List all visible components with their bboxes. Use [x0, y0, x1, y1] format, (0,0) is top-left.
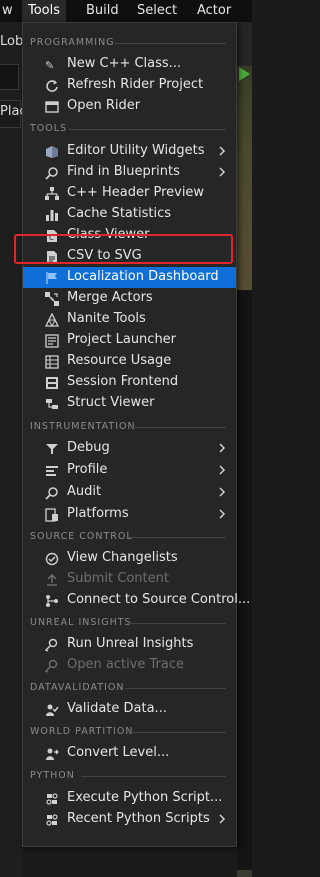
menu-item-validate-data[interactable]: Validate Data...: [23, 699, 236, 720]
menu-item-convert-level[interactable]: Convert Level...: [23, 743, 236, 764]
svg-text:✎: ✎: [45, 59, 54, 72]
nanite-icon: [45, 313, 59, 327]
profile-icon: [45, 464, 59, 478]
check-circle-icon: [45, 552, 59, 566]
bug-icon: [45, 442, 59, 456]
menu-select[interactable]: Select: [131, 0, 183, 22]
cpp-class-icon: ✎: [45, 58, 59, 72]
section-divider: [115, 43, 226, 44]
section-divider: [127, 732, 226, 733]
annotation-highlight-box: [14, 234, 233, 264]
chevron-right-icon: [218, 812, 226, 826]
search-icon: [45, 166, 59, 180]
merge-icon: [45, 292, 59, 306]
section-programming: PROGRAMMING: [30, 37, 115, 48]
menu-item-execute-python-script[interactable]: Execute Python Script...: [23, 788, 236, 809]
menu-tools[interactable]: Tools: [22, 0, 67, 22]
insights-icon: [45, 638, 59, 652]
chevron-right-icon: [218, 165, 226, 179]
section-python: PYTHON: [30, 770, 75, 781]
section-divider: [69, 129, 226, 130]
flag-icon: [45, 271, 59, 285]
launcher-icon: [45, 334, 59, 348]
section-divider: [127, 623, 226, 624]
chevron-right-icon: [218, 441, 226, 455]
validate-icon: [45, 703, 59, 717]
left-panel: [0, 22, 22, 877]
python-recent-icon: [45, 813, 59, 827]
menu-item-cache-statistics[interactable]: Cache Statistics: [23, 204, 236, 225]
menu-item-merge-actors[interactable]: Merge Actors: [23, 288, 236, 309]
menu-actor[interactable]: Actor: [191, 0, 237, 22]
menu-item-connect-to-source-control[interactable]: Connect to Source Control...: [23, 590, 250, 611]
menu-item-new-cpp-class[interactable]: ✎ New C++ Class...: [23, 54, 236, 75]
menu-item-session-frontend[interactable]: Session Frontend: [23, 372, 236, 393]
chevron-right-icon: [218, 463, 226, 477]
menu-item-cpp-header-preview[interactable]: C++ Header Preview: [23, 183, 236, 204]
menu-item-resource-usage[interactable]: Resource Usage: [23, 351, 236, 372]
section-divider: [129, 537, 226, 538]
python-run-icon: [45, 792, 59, 806]
upload-icon: [45, 573, 59, 587]
chevron-right-icon: [218, 485, 226, 499]
convert-icon: [45, 747, 59, 761]
bar-chart-icon: [45, 208, 59, 222]
menu-item-profile[interactable]: Profile: [23, 460, 236, 481]
menu-item-editor-utility-widgets[interactable]: Editor Utility Widgets: [23, 141, 236, 162]
menu-item-recent-python-scripts[interactable]: Recent Python Scripts: [23, 809, 236, 830]
menu-item-debug[interactable]: Debug: [23, 438, 236, 459]
trace-icon: [45, 659, 59, 673]
section-divider: [125, 688, 226, 689]
play-icon[interactable]: [239, 67, 250, 81]
left-toolbar-button[interactable]: [0, 64, 19, 90]
widget-icon: [45, 145, 59, 159]
section-datavalidation: DATAVALIDATION: [30, 682, 125, 693]
menu-item-refresh-rider-project[interactable]: Refresh Rider Project: [23, 75, 236, 96]
chevron-right-icon: [218, 507, 226, 521]
menu-window[interactable]: w: [0, 0, 19, 22]
connect-icon: [45, 594, 59, 608]
section-divider: [81, 776, 226, 777]
hierarchy-icon: [45, 187, 59, 201]
viewport-shadow: [237, 290, 252, 870]
section-instrumentation: INSTRUMENTATION: [30, 421, 136, 432]
menu-item-view-changelists[interactable]: View Changelists: [23, 548, 236, 569]
table-icon: [45, 355, 59, 369]
section-unreal-insights: UNREAL INSIGHTS: [30, 617, 132, 628]
menu-build[interactable]: Build: [80, 0, 125, 22]
menu-item-localization-dashboard[interactable]: Localization Dashboard: [23, 267, 236, 288]
section-divider: [131, 427, 226, 428]
menu-item-audit[interactable]: Audit: [23, 482, 236, 503]
refresh-icon: [45, 79, 59, 93]
viewport-toolbar: [237, 22, 252, 66]
menu-item-nanite-tools[interactable]: Nanite Tools: [23, 309, 236, 330]
menu-item-struct-viewer[interactable]: Struct Viewer: [23, 393, 236, 414]
menu-item-open-rider[interactable]: Open Rider: [23, 96, 236, 117]
tools-dropdown-menu: PROGRAMMING ✎ New C++ Class... Refresh R…: [22, 22, 250, 847]
menu-item-run-unreal-insights[interactable]: Run Unreal Insights: [23, 634, 236, 655]
chevron-right-icon: [218, 144, 226, 158]
ide-icon: [45, 100, 59, 114]
menu-item-platforms[interactable]: Platforms: [23, 504, 236, 525]
section-source-control: SOURCE CONTROL: [30, 531, 133, 542]
session-icon: [45, 376, 59, 390]
editor-menu-bar: w Tools Build Select Actor: [0, 0, 252, 22]
struct-icon: [45, 397, 59, 411]
menu-item-find-in-blueprints[interactable]: Find in Blueprints: [23, 162, 236, 183]
audit-icon: [45, 486, 59, 500]
menu-item-project-launcher[interactable]: Project Launcher: [23, 330, 236, 351]
menu-item-open-active-trace[interactable]: Open active Trace: [23, 655, 236, 676]
menu-item-submit-content[interactable]: Submit Content: [23, 569, 236, 590]
level-tab-label[interactable]: Lob: [0, 34, 23, 49]
section-world-partition: WORLD PARTITION: [30, 726, 134, 737]
platforms-icon: [45, 508, 59, 522]
section-tools: TOOLS: [30, 123, 68, 134]
